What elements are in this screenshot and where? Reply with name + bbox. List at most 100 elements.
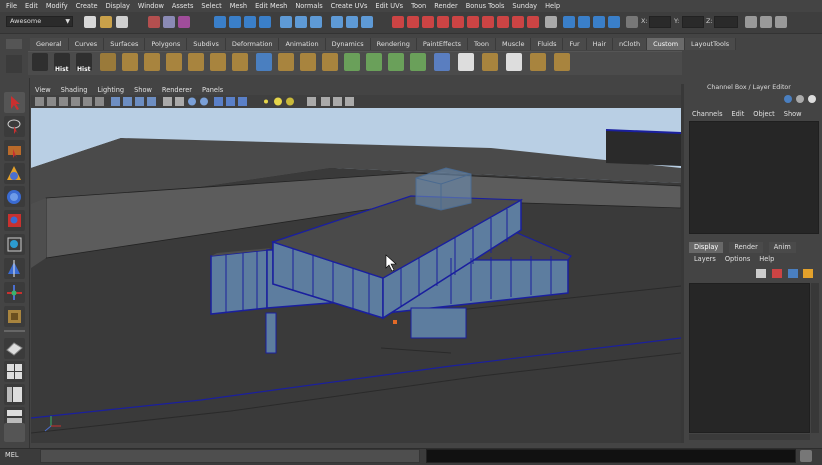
menu-set-select[interactable]: Awesome ▼	[6, 16, 73, 27]
viewport-menu-panels[interactable]: Panels	[202, 86, 223, 94]
snap-grid-icon[interactable]	[214, 16, 226, 28]
shelf-bevel-icon[interactable]	[32, 53, 48, 71]
shelf-crease-icon[interactable]	[410, 53, 426, 71]
menu-edit[interactable]: Edit	[25, 2, 38, 10]
magnet-icon[interactable]	[280, 16, 292, 28]
shelf-project-icon[interactable]	[554, 53, 570, 71]
absolute-transform-icon[interactable]	[626, 16, 638, 28]
toolbox-extra-icon[interactable]	[4, 423, 25, 442]
render-layer-icon[interactable]	[497, 16, 509, 28]
input-icon[interactable]	[346, 16, 358, 28]
open-scene-icon[interactable]	[100, 16, 112, 28]
new-layer-icon[interactable]	[756, 269, 766, 278]
y-field[interactable]	[682, 16, 704, 28]
select-hierarchy-icon[interactable]	[148, 16, 160, 28]
show-hide-channel-box-icon[interactable]	[775, 16, 787, 28]
menu-create-uvs[interactable]: Create UVs	[331, 2, 368, 10]
menu-create[interactable]: Create	[76, 2, 98, 10]
viewport-menu-shading[interactable]: Shading	[61, 86, 88, 94]
shelf-tab-layouttools[interactable]: LayoutTools	[685, 38, 737, 50]
new-scene-icon[interactable]	[84, 16, 96, 28]
show-hide-tool-settings-icon[interactable]	[760, 16, 772, 28]
layer-hscrollbar[interactable]	[689, 434, 810, 440]
shelf-tab-painteffects[interactable]: PaintEffects	[416, 38, 469, 50]
menu-file[interactable]: File	[6, 2, 17, 10]
select-arrow-icon[interactable]	[4, 92, 25, 113]
mental-ray-icon[interactable]	[527, 16, 539, 28]
shelf-combine-icon[interactable]	[256, 53, 272, 71]
shelf-slide-edge-icon[interactable]	[388, 53, 404, 71]
shelf-tab-subdivs[interactable]: Subdivs	[187, 38, 226, 50]
soft-mod-icon[interactable]	[4, 258, 25, 279]
menu-display[interactable]: Display	[106, 2, 130, 10]
layout-four-icon[interactable]	[4, 361, 25, 382]
viewport-menu-renderer[interactable]: Renderer	[162, 86, 192, 94]
layer-tab-anim[interactable]: Anim	[768, 242, 796, 253]
channel-menu-show[interactable]: Show	[784, 110, 802, 118]
channel-menu-object[interactable]: Object	[753, 110, 774, 118]
script-icon[interactable]	[800, 450, 812, 462]
attribute-editor-toggle-icon[interactable]	[796, 95, 804, 103]
shelf-options-icon[interactable]	[6, 39, 22, 49]
channel-menu-edit[interactable]: Edit	[732, 110, 745, 118]
viewport-menu-show[interactable]: Show	[134, 86, 152, 94]
show-hide-attribute-editor-icon[interactable]	[745, 16, 757, 28]
shelf-tab-fur[interactable]: Fur	[563, 38, 587, 50]
pivot-icon[interactable]	[295, 16, 307, 28]
scale-icon[interactable]	[4, 210, 25, 231]
layout-single-icon[interactable]	[4, 338, 25, 359]
ipr-render-icon[interactable]	[407, 16, 419, 28]
shelf-tab-animation[interactable]: Animation	[279, 38, 326, 50]
shelf-tab-toon[interactable]: Toon	[468, 38, 496, 50]
render-settings-icon[interactable]	[422, 16, 434, 28]
shelf-tab-muscle[interactable]: Muscle	[495, 38, 532, 50]
manip-icon[interactable]	[4, 234, 25, 255]
shelf-tab-surfaces[interactable]: Surfaces	[104, 38, 146, 50]
move-icon[interactable]	[4, 163, 25, 184]
shelf-planar-icon[interactable]	[530, 53, 546, 71]
tool-settings-toggle-icon[interactable]	[808, 95, 816, 103]
layer-menu-options[interactable]: Options	[725, 255, 750, 263]
menu-window[interactable]: Window	[138, 2, 164, 10]
history-icon[interactable]	[331, 16, 343, 28]
menu-edit-mesh[interactable]: Edit Mesh	[255, 2, 287, 10]
select-by-name-icon[interactable]	[608, 16, 620, 28]
shelf-paint-icon[interactable]	[506, 53, 522, 71]
shelf-tab-polygons[interactable]: Polygons	[145, 38, 188, 50]
menu-render[interactable]: Render	[434, 2, 457, 10]
menu-help[interactable]: Help	[545, 2, 560, 10]
layer-list-area[interactable]	[689, 283, 810, 433]
shelf-poke-icon[interactable]	[344, 53, 360, 71]
shelf-tab-general[interactable]: General	[30, 38, 69, 50]
select-component-icon[interactable]	[178, 16, 190, 28]
snap-curve-icon[interactable]	[229, 16, 241, 28]
menu-mesh[interactable]: Mesh	[230, 2, 247, 10]
shelf-tab-deformation[interactable]: Deformation	[225, 38, 280, 50]
shelf-uv-icon[interactable]	[482, 53, 498, 71]
render-frame-icon[interactable]	[392, 16, 404, 28]
channel-box-area[interactable]	[689, 121, 819, 234]
shelf-menu-icon[interactable]	[6, 55, 22, 73]
shelf-append-icon[interactable]	[144, 53, 160, 71]
menu-bonus-tools[interactable]: Bonus Tools	[466, 2, 505, 10]
layer-tab-display[interactable]: Display	[689, 242, 724, 253]
menu-select[interactable]: Select	[201, 2, 221, 10]
render-view-icon[interactable]	[452, 16, 464, 28]
z-field[interactable]	[714, 16, 738, 28]
shelf-bridge-icon[interactable]	[122, 53, 138, 71]
shelf-insert-edge-icon[interactable]	[232, 53, 248, 71]
last-tool-icon[interactable]	[4, 306, 25, 327]
menu-edit-uvs[interactable]: Edit UVs	[375, 2, 403, 10]
menu-modify[interactable]: Modify	[46, 2, 68, 10]
layout-outliner-icon[interactable]	[4, 384, 25, 405]
shelf-tab-curves[interactable]: Curves	[68, 38, 105, 50]
x-field[interactable]	[649, 16, 671, 28]
menu-assets[interactable]: Assets	[172, 2, 193, 10]
batch-render-icon[interactable]	[467, 16, 479, 28]
snap-view-plane-icon[interactable]	[259, 16, 271, 28]
shelf-move-edge-icon[interactable]	[366, 53, 382, 71]
mode-icon[interactable]	[545, 16, 557, 28]
shelf-checker-icon[interactable]	[458, 53, 474, 71]
shelf-tab-rendering[interactable]: Rendering	[370, 38, 417, 50]
paint-icon[interactable]	[4, 140, 25, 161]
